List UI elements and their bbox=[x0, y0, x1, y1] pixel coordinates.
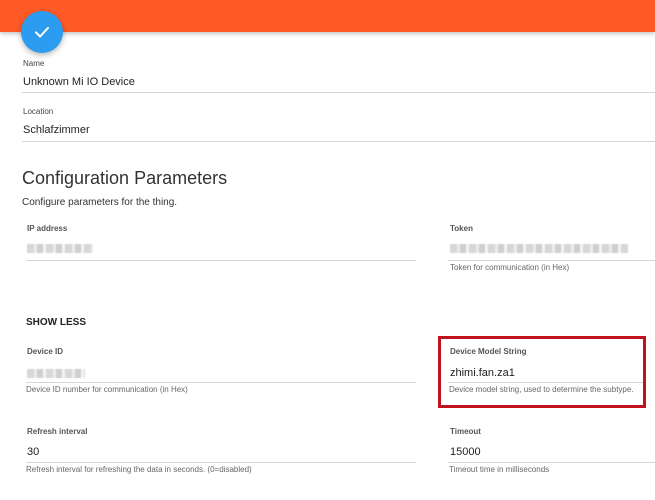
token-underline bbox=[448, 260, 655, 261]
save-button[interactable] bbox=[21, 11, 63, 53]
device-id-underline bbox=[26, 382, 416, 383]
name-field-underline bbox=[22, 92, 655, 93]
timeout-label: Timeout bbox=[450, 427, 481, 436]
refresh-interval-hint: Refresh interval for refreshing the data… bbox=[26, 465, 252, 474]
refresh-interval-label: Refresh interval bbox=[27, 427, 88, 436]
name-field[interactable]: Unknown Mi IO Device bbox=[23, 76, 135, 88]
show-less-button[interactable]: SHOW LESS bbox=[26, 317, 86, 328]
device-id-hint: Device ID number for communication (in H… bbox=[26, 385, 188, 394]
ip-address-label: IP address bbox=[27, 224, 68, 233]
ip-address-underline bbox=[26, 260, 416, 261]
timeout-field[interactable]: 15000 bbox=[450, 446, 481, 458]
name-field-label: Name bbox=[23, 59, 45, 68]
location-field-underline bbox=[22, 141, 655, 142]
ip-address-field[interactable] bbox=[27, 244, 93, 253]
location-field-label: Location bbox=[23, 107, 54, 116]
config-section-title: Configuration Parameters bbox=[22, 168, 228, 188]
check-icon bbox=[35, 26, 49, 38]
timeout-underline bbox=[448, 462, 655, 463]
top-app-bar bbox=[0, 0, 655, 32]
timeout-hint: Timeout time in milliseconds bbox=[449, 465, 550, 474]
refresh-interval-field[interactable]: 30 bbox=[27, 446, 39, 458]
location-field[interactable]: Schlafzimmer bbox=[23, 124, 90, 136]
device-id-label: Device ID bbox=[27, 347, 64, 356]
token-label: Token bbox=[450, 224, 473, 233]
device-id-field[interactable] bbox=[27, 369, 85, 378]
token-hint: Token for communication (in Hex) bbox=[450, 263, 570, 272]
highlight-box bbox=[438, 336, 646, 408]
config-section-subtitle: Configure parameters for the thing. bbox=[22, 197, 178, 208]
token-field[interactable] bbox=[450, 244, 628, 253]
refresh-interval-underline bbox=[26, 462, 416, 463]
